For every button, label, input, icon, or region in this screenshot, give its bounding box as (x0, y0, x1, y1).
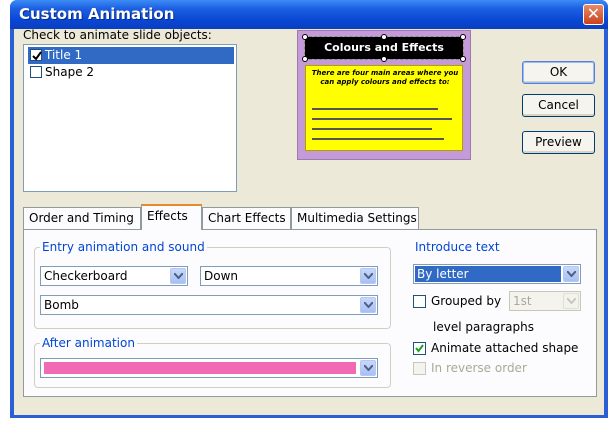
preview-button[interactable]: Preview (522, 131, 595, 154)
object-checkbox-shape-2[interactable] (30, 66, 42, 78)
selection-handle (460, 56, 466, 62)
entry-sound-value: Bomb (44, 298, 79, 312)
reverse-order-checkbox[interactable] (413, 362, 426, 375)
selection-handle (302, 56, 308, 62)
list-item-label: Shape 2 (45, 65, 95, 79)
checkmark-icon (32, 51, 42, 61)
object-checkbox-title-1[interactable] (30, 49, 42, 61)
introduce-text-legend: Introduce text (413, 240, 502, 254)
chevron-down-icon[interactable] (360, 360, 376, 376)
entry-direction-value: Down (204, 269, 239, 283)
slide-preview: Colours and Effects There are four main … (297, 30, 471, 160)
grouped-by-checkbox[interactable] (413, 295, 426, 308)
preview-text-line (312, 108, 438, 110)
reverse-order-label: In reverse order (431, 361, 527, 375)
tab-multimedia-settings[interactable]: Multimedia Settings (291, 207, 419, 229)
animate-attached-shape-row[interactable]: Animate attached shape (413, 341, 583, 356)
preview-body-text: There are four main areas where you can … (311, 69, 459, 86)
selection-handle (460, 34, 466, 40)
cancel-button[interactable]: Cancel (522, 94, 595, 117)
level-paragraphs-label: level paragraphs (433, 320, 534, 334)
selection-handle (381, 34, 387, 40)
grouped-by-level-value: 1st (513, 294, 532, 308)
close-icon: ✕ (586, 4, 601, 23)
entry-effect-select[interactable]: Checkerboard (40, 266, 188, 286)
entry-sound-select[interactable]: Bomb (40, 295, 378, 315)
chevron-down-icon[interactable] (563, 293, 579, 309)
grouped-by-checkbox-row[interactable]: Grouped by (413, 294, 503, 309)
preview-text-line (312, 118, 452, 120)
chevron-down-icon[interactable] (170, 268, 186, 284)
list-item-shape-2[interactable]: Shape 2 (28, 64, 234, 81)
ok-button[interactable]: OK (522, 61, 595, 84)
grouped-by-label: Grouped by (431, 294, 502, 308)
introduce-text-value: By letter (417, 267, 469, 281)
reverse-order-row[interactable]: In reverse order (413, 361, 583, 376)
entry-animation-group: Entry animation and sound Checkerboard D… (34, 240, 391, 329)
chevron-down-icon[interactable] (563, 266, 579, 282)
after-animation-legend: After animation (40, 336, 137, 350)
entry-effect-value: Checkerboard (44, 269, 128, 283)
list-item-title-1[interactable]: Title 1 (28, 47, 234, 64)
animate-attached-shape-checkbox[interactable] (413, 342, 426, 355)
after-animation-color-swatch (44, 362, 356, 374)
after-animation-group: After animation (34, 336, 391, 388)
tab-effects[interactable]: Effects (141, 204, 202, 230)
custom-animation-window: Custom Animation ✕ Check to animate slid… (10, 0, 608, 418)
dialog-client-area: Check to animate slide objects: Title 1 … (14, 28, 604, 415)
title-bar[interactable]: Custom Animation ✕ (10, 0, 608, 29)
selection-handle (302, 34, 308, 40)
checkmark-icon (415, 344, 424, 353)
tab-chart-effects[interactable]: Chart Effects (202, 207, 291, 229)
entry-direction-select[interactable]: Down (200, 266, 378, 286)
objects-label: Check to animate slide objects: (23, 28, 212, 42)
chevron-down-icon[interactable] (360, 268, 376, 284)
animate-attached-shape-label: Animate attached shape (431, 341, 579, 355)
slide-objects-list[interactable]: Title 1 Shape 2 (23, 44, 237, 192)
effects-tab-panel: Entry animation and sound Checkerboard D… (23, 229, 597, 397)
chevron-down-icon[interactable] (360, 297, 376, 313)
entry-animation-legend: Entry animation and sound (40, 240, 207, 254)
preview-slide-body: There are four main areas where you can … (305, 65, 463, 151)
tab-order-and-timing[interactable]: Order and Timing (23, 207, 141, 229)
after-animation-select[interactable] (40, 358, 378, 378)
introduce-text-select[interactable]: By letter (413, 264, 581, 284)
preview-text-line (312, 128, 432, 130)
close-button[interactable]: ✕ (583, 4, 604, 25)
window-title: Custom Animation (19, 5, 175, 23)
introduce-text-group: Introduce text By letter Grouped by 1st (412, 240, 588, 388)
list-item-label: Title 1 (45, 48, 83, 62)
selection-handle (381, 56, 387, 62)
preview-text-line (312, 138, 444, 140)
grouped-by-level-select[interactable]: 1st (509, 291, 581, 311)
